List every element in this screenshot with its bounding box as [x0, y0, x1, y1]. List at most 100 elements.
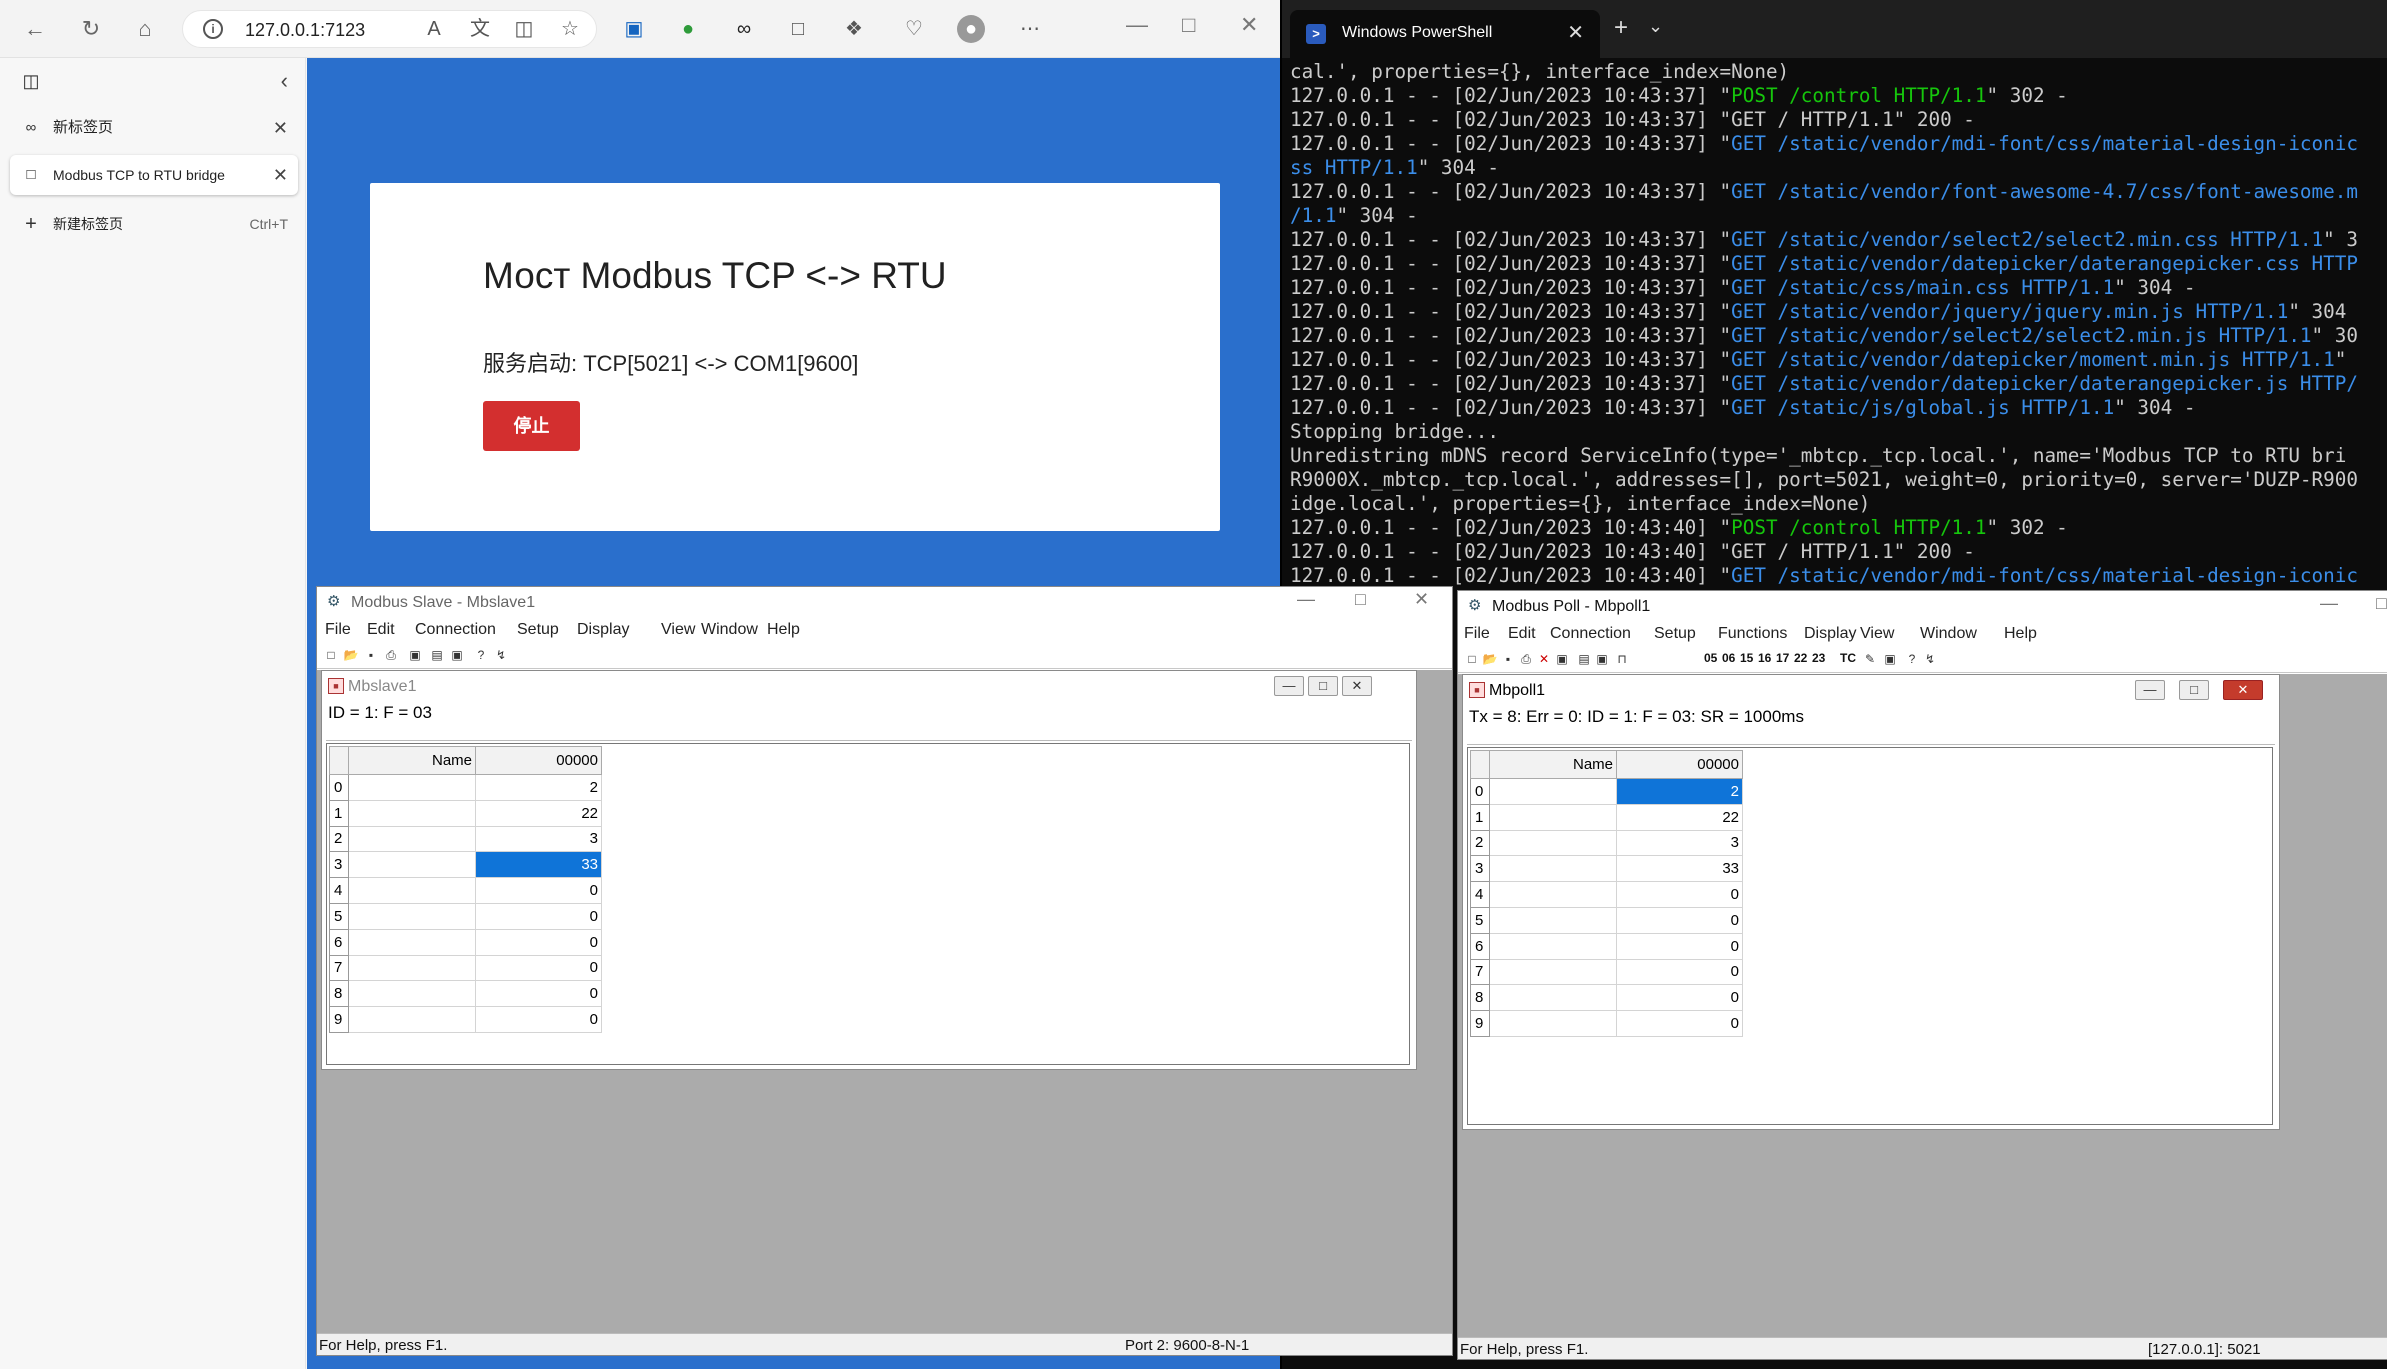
column-header-address[interactable]: 00000	[1616, 750, 1743, 779]
close-icon[interactable]: ✕	[1414, 589, 1429, 610]
name-cell[interactable]	[348, 799, 476, 827]
close-tab-icon[interactable]: ✕	[273, 155, 288, 195]
name-cell[interactable]	[348, 980, 476, 1008]
name-cell[interactable]	[348, 877, 476, 904]
name-cell[interactable]	[348, 1006, 476, 1033]
table-row[interactable]: 50	[1470, 906, 1743, 934]
close-icon[interactable]: ✕	[2223, 680, 2263, 700]
menu-item-edit[interactable]: Edit	[367, 621, 395, 639]
register-value-cell[interactable]: 0	[475, 980, 602, 1008]
close-tab-icon[interactable]: ✕	[273, 108, 288, 148]
close-icon[interactable]: ✕	[1240, 12, 1258, 38]
table-row[interactable]: 80	[329, 980, 602, 1008]
name-cell[interactable]	[348, 851, 476, 879]
context-help-icon[interactable]: ↯	[1922, 651, 1938, 667]
save-icon[interactable]: ▪	[1500, 651, 1516, 667]
function-code-tc-button[interactable]: TC	[1840, 651, 1856, 665]
monitor-icon[interactable]: ▣	[1882, 651, 1898, 667]
table-row[interactable]: 90	[329, 1006, 602, 1033]
menu-item-window[interactable]: Window	[1920, 625, 1977, 643]
function-code-17-button[interactable]: 17	[1776, 651, 1789, 665]
register-value-cell[interactable]: 0	[1616, 881, 1743, 908]
table-row[interactable]: 1 22	[329, 799, 602, 827]
menu-item-connection[interactable]: Connection	[1550, 625, 1631, 643]
site-info-icon[interactable]: i	[203, 19, 223, 39]
table-row[interactable]: 23	[329, 825, 602, 853]
menu-item-edit[interactable]: Edit	[1508, 625, 1536, 643]
register-value-cell[interactable]: 0	[1616, 958, 1743, 986]
table-row[interactable]: 60	[1470, 932, 1743, 960]
name-cell[interactable]	[348, 902, 476, 930]
menu-item-file[interactable]: File	[1464, 625, 1490, 643]
table-row[interactable]: 70	[1470, 958, 1743, 986]
register-value-cell[interactable]: 0	[1616, 906, 1743, 934]
menu-item-display[interactable]: Display	[1804, 625, 1856, 643]
maximize-icon[interactable]: □	[1308, 676, 1338, 696]
table-row[interactable]: 02	[329, 774, 602, 801]
register-value-cell[interactable]: 33	[1616, 855, 1743, 883]
name-cell[interactable]	[348, 954, 476, 982]
name-cell[interactable]	[1489, 803, 1617, 831]
split-screen-icon[interactable]: ◫	[510, 15, 538, 43]
terminal-tab[interactable]: > Windows PowerShell ✕	[1290, 10, 1600, 58]
connect-icon[interactable]: ▤	[429, 647, 445, 663]
name-cell[interactable]	[1489, 958, 1617, 986]
minimize-icon[interactable]: —	[2320, 593, 2338, 614]
evernote-icon[interactable]: ●	[674, 15, 702, 43]
name-cell[interactable]	[1489, 984, 1617, 1012]
function-code-06-button[interactable]: 06	[1722, 651, 1735, 665]
minimize-icon[interactable]: —	[1274, 676, 1304, 696]
window-icon[interactable]: ▣	[1554, 651, 1570, 667]
more-icon[interactable]: ⋯	[1016, 15, 1044, 43]
register-value-cell[interactable]: 0	[1616, 932, 1743, 960]
table-row[interactable]: 80	[1470, 984, 1743, 1012]
table-row[interactable]: 40	[1470, 881, 1743, 908]
refresh-icon[interactable]: ↻	[76, 14, 106, 44]
register-value-cell[interactable]: 22	[475, 799, 602, 827]
infinity-icon[interactable]: ∞	[730, 15, 758, 43]
table-row[interactable]: 1 22	[1470, 803, 1743, 831]
disconnect-icon[interactable]: ▣	[1594, 651, 1610, 667]
read-write-icon[interactable]: ✎	[1862, 651, 1878, 667]
name-cell[interactable]	[1489, 778, 1617, 805]
new-file-icon[interactable]: □	[1464, 651, 1480, 667]
register-value-cell[interactable]: 0	[1616, 1010, 1743, 1037]
table-row[interactable]: 23	[1470, 829, 1743, 857]
translate-icon[interactable]: 文	[466, 15, 494, 43]
table-row[interactable]: 02	[1470, 778, 1743, 805]
menu-item-help[interactable]: Help	[2004, 625, 2037, 643]
window-icon[interactable]: ▣	[407, 647, 423, 663]
name-cell[interactable]	[348, 774, 476, 801]
name-cell[interactable]	[1489, 932, 1617, 960]
menu-item-file[interactable]: File	[325, 621, 351, 639]
name-cell[interactable]	[1489, 855, 1617, 883]
profile-avatar[interactable]: ●	[957, 15, 985, 43]
function-code-16-button[interactable]: 16	[1758, 651, 1771, 665]
table-row[interactable]: 50	[329, 902, 602, 930]
read-aloud-icon[interactable]: A	[420, 15, 448, 43]
menu-item-setup[interactable]: Setup	[1654, 625, 1696, 643]
menu-item-window[interactable]: Window	[701, 621, 758, 639]
help-icon[interactable]: ?	[1904, 651, 1920, 667]
favorite-icon[interactable]: ☆	[556, 15, 584, 43]
pulse-icon[interactable]: ⊓	[1614, 651, 1630, 667]
maximize-icon[interactable]: □	[1182, 12, 1195, 38]
register-value-cell[interactable]: 0	[1616, 984, 1743, 1012]
chevron-down-icon[interactable]: ⌄	[1648, 16, 1663, 37]
name-cell[interactable]	[1489, 881, 1617, 908]
menu-item-help[interactable]: Help	[767, 621, 800, 639]
new-tab-button[interactable]: + 新建标签页 Ctrl+T	[10, 204, 298, 244]
tab-new-tab[interactable]: ∞ 新标签页 ✕	[10, 108, 298, 148]
terminal-output[interactable]: cal.', properties={}, interface_index=No…	[1290, 60, 2385, 600]
register-value-cell[interactable]: 3	[1616, 829, 1743, 857]
name-cell[interactable]	[348, 928, 476, 956]
menu-item-view[interactable]: View	[1860, 625, 1894, 643]
extension-icon[interactable]: ▣	[620, 15, 648, 43]
tab-modbus-bridge[interactable]: □ Modbus TCP to RTU bridge ✕	[10, 155, 298, 195]
name-cell[interactable]	[1489, 906, 1617, 934]
menu-item-display[interactable]: Display	[577, 621, 629, 639]
maximize-icon[interactable]: □	[2376, 593, 2387, 614]
register-value-cell[interactable]: 2	[475, 774, 602, 801]
print-icon[interactable]: ⎙	[1518, 651, 1534, 667]
table-row[interactable]: 60	[329, 928, 602, 956]
